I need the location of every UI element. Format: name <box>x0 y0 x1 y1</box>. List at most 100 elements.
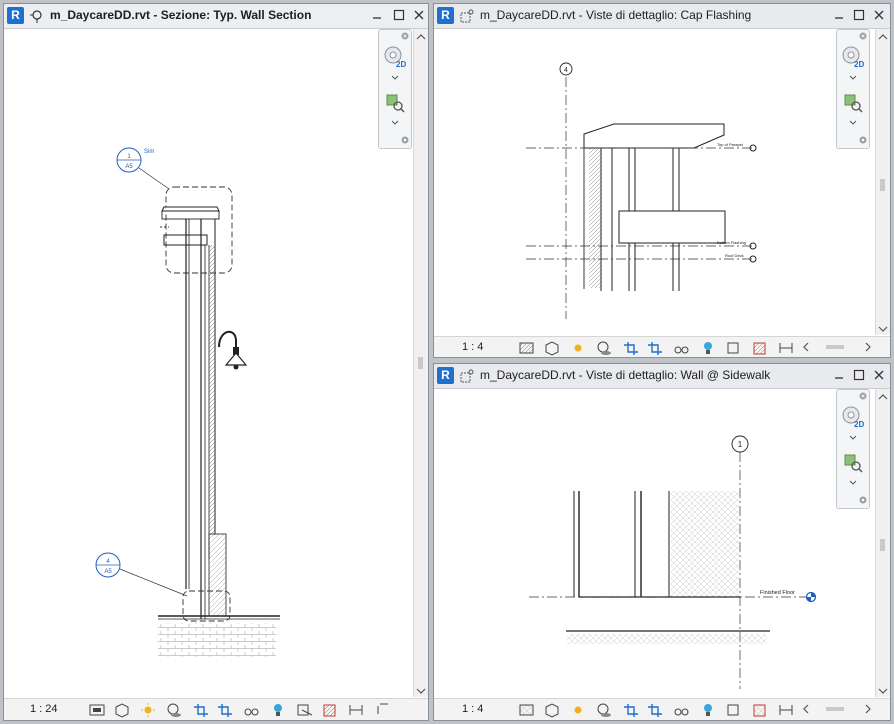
zoom-region-icon[interactable] <box>843 453 863 473</box>
settings-icon[interactable] <box>859 496 867 504</box>
window-titlebar[interactable]: R m_DaycareDD.rvt - Viste di dettaglio: … <box>434 364 890 389</box>
level-label-finished-floor: Finished Floor <box>760 590 795 596</box>
chevron-down-icon[interactable] <box>849 75 857 81</box>
analytical-model-icon <box>753 704 766 717</box>
view-control-bar[interactable]: 1 : 4 <box>434 698 890 720</box>
scroll-down-icon[interactable] <box>416 687 426 695</box>
minimize-button[interactable] <box>832 8 846 22</box>
navigation-bar[interactable]: 2D <box>836 29 870 149</box>
scroll-thumb[interactable] <box>418 357 423 369</box>
show-crop-region-icon <box>648 704 662 717</box>
detail-level-icon <box>519 704 534 716</box>
detail-view-icon <box>460 9 474 23</box>
horizontal-scrollbar[interactable] <box>802 703 874 715</box>
zoom-region-icon[interactable] <box>385 93 405 113</box>
view-scale[interactable]: 1 : 4 <box>462 703 483 715</box>
minimize-button[interactable] <box>832 368 846 382</box>
maximize-button[interactable] <box>852 368 866 382</box>
view-scale[interactable]: 1 : 4 <box>462 341 483 353</box>
revit-logo: R <box>7 7 24 24</box>
scroll-thumb[interactable] <box>880 539 885 551</box>
steering-wheel-icon[interactable]: 2D <box>841 45 865 69</box>
callout-top-label: Sim <box>144 149 154 155</box>
temporary-hide-icon <box>674 346 689 354</box>
crop-view-icon <box>194 704 208 717</box>
close-navbar-icon[interactable] <box>859 32 867 40</box>
analytical-model-icon <box>753 342 766 355</box>
window-titlebar[interactable]: R m_DaycareDD.rvt - Sezione: Typ. Wall S… <box>4 4 428 29</box>
close-button[interactable] <box>872 8 886 22</box>
temporary-hide-icon <box>674 708 689 716</box>
settings-icon[interactable] <box>859 136 867 144</box>
revit-logo: R <box>437 7 454 24</box>
analytical-model-icon <box>323 704 336 717</box>
grid-label-1: 1 <box>738 440 743 449</box>
horizontal-scrollbar[interactable] <box>802 341 874 353</box>
steering-wheel-icon[interactable]: 2D <box>383 45 407 69</box>
chevron-down-icon[interactable] <box>849 120 857 126</box>
sun-path-icon <box>574 706 582 714</box>
detail-level-icon <box>519 342 534 354</box>
callout-top-sheet: A5 <box>125 164 133 170</box>
scroll-up-icon[interactable] <box>878 33 888 41</box>
view-scale[interactable]: 1 : 24 <box>30 703 58 715</box>
window-cap-flashing[interactable]: R m_DaycareDD.rvt - Viste di dettaglio: … <box>433 3 891 358</box>
chevron-down-icon[interactable] <box>849 435 857 441</box>
scroll-up-icon[interactable] <box>878 393 888 401</box>
view-control-icons[interactable] <box>518 702 798 718</box>
scroll-up-icon[interactable] <box>416 33 426 41</box>
chevron-down-icon[interactable] <box>849 480 857 486</box>
scroll-left-icon <box>803 342 809 352</box>
section-view-icon <box>30 10 42 23</box>
zoom-region-icon[interactable] <box>843 93 863 113</box>
vertical-scrollbar[interactable] <box>875 29 890 335</box>
reveal-hidden-icon <box>704 342 712 354</box>
show-crop-region-icon <box>218 704 232 717</box>
chevron-down-icon[interactable] <box>391 75 399 81</box>
navigation-bar[interactable]: 2D <box>836 389 870 509</box>
drawing-canvas-wall-section[interactable]: 1 A5 Sim 4 A5 <box>4 29 414 695</box>
close-button[interactable] <box>412 8 426 22</box>
shadows-icon <box>167 703 181 717</box>
settings-icon[interactable] <box>401 136 409 144</box>
view-control-bar[interactable]: 1 : 4 <box>434 336 890 357</box>
callout-detail-bottom[interactable]: 4 A5 <box>95 552 188 597</box>
worksharing-icon <box>727 704 739 716</box>
highlight-displacement-icon <box>779 343 793 353</box>
window-titlebar[interactable]: R m_DaycareDD.rvt - Viste di dettaglio: … <box>434 4 890 29</box>
level-label-top-of-parapet: Top of Parapet <box>717 142 744 147</box>
scroll-left-icon <box>803 704 809 714</box>
vertical-scrollbar[interactable] <box>413 29 428 697</box>
hide-crop-icon <box>377 703 388 714</box>
navigation-bar[interactable]: 2D <box>378 29 412 149</box>
close-navbar-icon[interactable] <box>859 392 867 400</box>
view-control-icons[interactable] <box>518 340 798 356</box>
view-control-bar[interactable]: 1 : 24 <box>4 698 428 720</box>
scroll-thumb[interactable] <box>880 179 885 191</box>
shadows-icon <box>597 341 611 355</box>
maximize-button[interactable] <box>852 8 866 22</box>
temporary-hide-icon <box>244 708 259 716</box>
level-label-bottom-flashing: Bottom Flashing <box>717 240 746 245</box>
callout-detail-top[interactable]: 1 A5 Sim <box>116 147 170 190</box>
view-control-icons[interactable] <box>88 702 428 718</box>
close-button[interactable] <box>872 368 886 382</box>
window-typ-wall-section[interactable]: R m_DaycareDD.rvt - Sezione: Typ. Wall S… <box>3 3 429 721</box>
chevron-down-icon[interactable] <box>391 120 399 126</box>
vertical-scrollbar[interactable] <box>875 389 890 697</box>
scroll-down-icon[interactable] <box>878 325 888 333</box>
worksharing-icon <box>297 704 313 716</box>
visual-style-icon <box>545 703 559 718</box>
maximize-button[interactable] <box>392 8 406 22</box>
window-title: m_DaycareDD.rvt - Viste di dettaglio: Ca… <box>480 8 752 22</box>
scroll-down-icon[interactable] <box>878 687 888 695</box>
window-wall-sidewalk[interactable]: R m_DaycareDD.rvt - Viste di dettaglio: … <box>433 363 891 721</box>
highlight-displacement-icon <box>779 705 793 715</box>
minimize-button[interactable] <box>370 8 384 22</box>
grid-label-4: 4 <box>564 67 568 74</box>
close-navbar-icon[interactable] <box>401 32 409 40</box>
steering-wheel-icon[interactable]: 2D <box>841 405 865 429</box>
level-label-roof-deck: Roof Deck <box>725 253 744 258</box>
drawing-canvas-cap-flashing[interactable]: 4 Top of Parapet Bottom Flashing Roof De… <box>434 29 876 335</box>
drawing-canvas-wall-sidewalk[interactable]: 1 Finished Floor <box>434 389 876 698</box>
